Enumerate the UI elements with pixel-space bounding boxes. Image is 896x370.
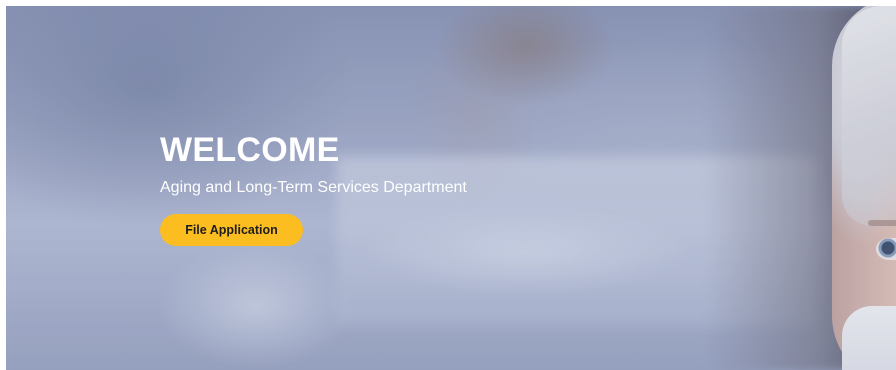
hero-title: WELCOME [160,131,340,169]
hero-banner: WELCOME Aging and Long-Term Services Dep… [6,6,896,370]
hero-content: WELCOME Aging and Long-Term Services Dep… [160,130,467,246]
file-application-button[interactable]: File Application [160,214,303,246]
hero-subtitle: Aging and Long-Term Services Department [160,179,467,196]
